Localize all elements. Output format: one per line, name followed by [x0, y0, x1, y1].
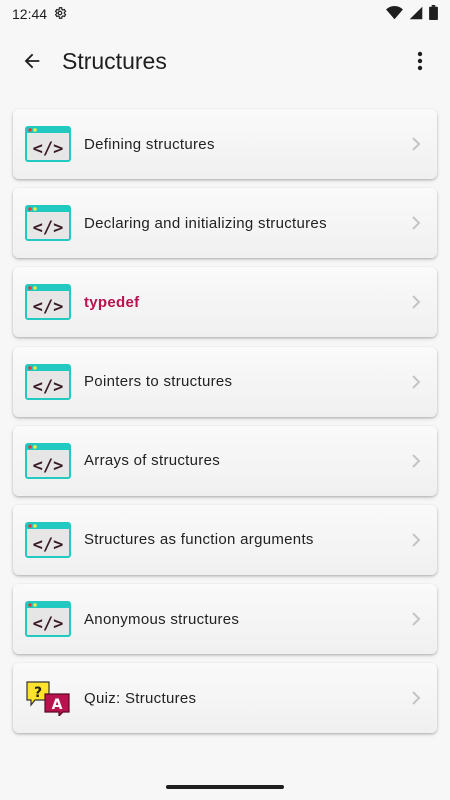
code-icon: </> — [25, 521, 71, 559]
list-item-label: Quiz: Structures — [84, 689, 197, 707]
list-item-label: Anonymous structures — [84, 610, 240, 628]
cell-signal-icon — [409, 6, 423, 23]
chevron-right-icon — [409, 691, 423, 706]
svg-text:</>: </> — [33, 456, 64, 476]
list-item[interactable]: </> Declaring and initializing structure… — [13, 188, 437, 259]
chevron-right-icon — [409, 295, 423, 310]
battery-icon — [429, 5, 438, 23]
list-item-label: Pointers to structures — [84, 373, 233, 391]
arrow-back-icon — [24, 53, 40, 69]
list-item[interactable]: </> Arrays of structures — [13, 425, 437, 496]
more-vert-icon — [417, 51, 423, 71]
chevron-right-icon — [409, 533, 423, 547]
list-item-label: Structures as function arguments — [84, 531, 314, 549]
page-title: Structures — [62, 47, 167, 74]
list-item[interactable]: </> typedef — [13, 267, 437, 338]
app-bar: Structures — [0, 28, 450, 94]
svg-text:</>: </> — [33, 535, 64, 555]
code-icon: </> — [25, 204, 71, 242]
gesture-nav-handle[interactable] — [166, 785, 284, 789]
settings-gear-icon — [53, 6, 67, 23]
status-right — [386, 5, 438, 23]
code-icon: </> — [25, 442, 71, 480]
chevron-right-icon — [409, 216, 423, 230]
status-time: 12:44 — [12, 6, 48, 22]
chevron-right-icon — [409, 137, 423, 151]
list-item[interactable]: </> Anonymous structures — [13, 584, 437, 655]
svg-text:</>: </> — [33, 139, 64, 159]
code-icon: </> — [25, 125, 71, 163]
back-button[interactable] — [8, 37, 56, 85]
list-item[interactable]: ? A Quiz: Structures — [13, 663, 437, 734]
lesson-list: </> Defining structures </> Declaring an… — [13, 109, 437, 743]
list-item[interactable]: </> Structures as function arguments — [13, 504, 437, 575]
code-icon: </> — [25, 600, 71, 638]
wifi-icon — [386, 5, 403, 23]
svg-text:</>: </> — [33, 218, 64, 238]
chevron-right-icon — [409, 374, 423, 389]
list-item-label: typedef — [84, 293, 140, 311]
svg-text:?: ? — [34, 685, 42, 701]
chevron-right-icon — [409, 454, 423, 468]
svg-text:</>: </> — [33, 377, 64, 397]
more-options-button[interactable] — [398, 39, 442, 83]
code-icon: </> — [25, 363, 71, 401]
svg-text:</>: </> — [33, 614, 64, 634]
chevron-right-icon — [409, 612, 423, 626]
list-item-label: Defining structures — [84, 135, 215, 153]
quiz-icon: ? A — [25, 679, 71, 717]
status-left: 12:44 — [12, 6, 67, 23]
list-item-label: Arrays of structures — [84, 452, 221, 470]
list-item-label: Declaring and initializing structures — [84, 214, 327, 232]
svg-text:</>: </> — [33, 297, 64, 317]
list-item[interactable]: </> Defining structures — [13, 109, 437, 179]
svg-text:A: A — [52, 697, 63, 713]
code-icon: </> — [25, 283, 71, 321]
list-item[interactable]: </> Pointers to structures — [13, 346, 437, 417]
status-bar: 12:44 — [0, 0, 450, 28]
